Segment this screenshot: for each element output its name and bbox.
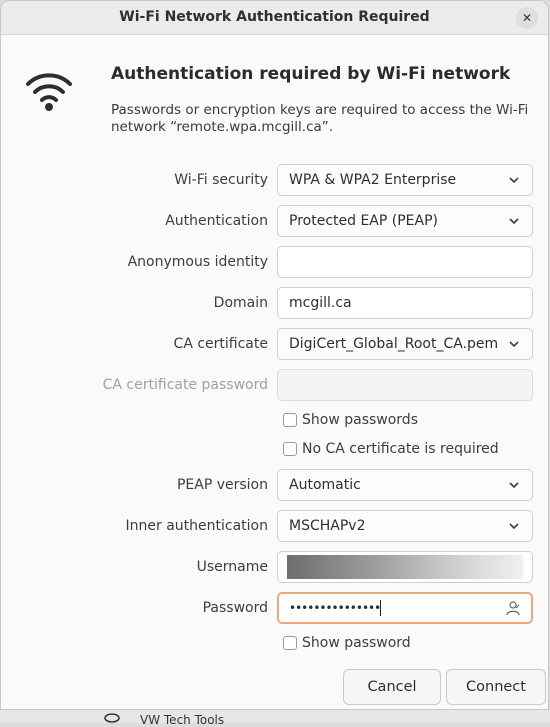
peap-version-label: PEAP version xyxy=(176,477,268,493)
person-icon[interactable] xyxy=(505,600,521,616)
background-app-icon xyxy=(104,713,120,723)
inner-authentication-value: MSCHAPv2 xyxy=(289,518,366,534)
password-value-wrap: ••••••••••••••• xyxy=(289,600,501,616)
ca-certificate-password-input xyxy=(277,369,533,401)
background-window: VW Tech Tools xyxy=(0,710,550,727)
wifi-security-dropdown[interactable]: WPA & WPA2 Enterprise xyxy=(277,164,533,196)
domain-value: mcgill.ca xyxy=(289,295,352,311)
no-ca-required-checkbox-row[interactable]: No CA certificate is required xyxy=(283,441,499,457)
ca-certificate-password-label: CA certificate password xyxy=(102,377,268,393)
password-input[interactable]: ••••••••••••••• xyxy=(277,592,533,624)
username-label: Username xyxy=(196,559,268,575)
no-ca-required-checkbox[interactable] xyxy=(283,442,297,456)
show-passwords-checkbox[interactable] xyxy=(283,413,297,427)
anonymous-identity-input[interactable] xyxy=(277,246,533,278)
password-value: ••••••••••••••• xyxy=(289,601,381,615)
connect-button[interactable]: Connect xyxy=(446,669,546,705)
auth-dialog: Wi-Fi Network Authentication Required ✕ … xyxy=(0,0,549,710)
inner-authentication-dropdown[interactable]: MSCHAPv2 xyxy=(277,510,533,542)
text-caret xyxy=(380,600,382,616)
wifi-icon xyxy=(26,73,72,111)
domain-label: Domain xyxy=(213,295,268,311)
ca-certificate-label: CA certificate xyxy=(173,336,268,352)
ca-certificate-dropdown[interactable]: DigiCert_Global_Root_CA.pem xyxy=(277,328,533,360)
show-passwords-checkbox-row[interactable]: Show passwords xyxy=(283,412,418,428)
wifi-security-value: WPA & WPA2 Enterprise xyxy=(289,172,457,188)
authentication-dropdown[interactable]: Protected EAP (PEAP) xyxy=(277,205,533,237)
anonymous-identity-label: Anonymous identity xyxy=(127,254,268,270)
close-button[interactable]: ✕ xyxy=(516,7,538,29)
domain-input[interactable]: mcgill.ca xyxy=(277,287,533,319)
ca-certificate-value: DigiCert_Global_Root_CA.pem xyxy=(289,336,499,352)
authentication-value: Protected EAP (PEAP) xyxy=(289,213,438,229)
dialog-heading: Authentication required by Wi-Fi network xyxy=(111,64,511,84)
password-label: Password xyxy=(202,600,268,616)
authentication-label: Authentication xyxy=(165,213,268,229)
username-redaction xyxy=(287,555,523,579)
chevron-down-icon xyxy=(509,341,519,348)
peap-version-dropdown[interactable]: Automatic xyxy=(277,469,533,501)
title-bar: Wi-Fi Network Authentication Required ✕ xyxy=(1,1,548,35)
background-text: VW Tech Tools xyxy=(140,713,225,727)
window-title: Wi-Fi Network Authentication Required xyxy=(119,9,430,25)
wifi-security-label: Wi-Fi security xyxy=(174,172,268,188)
chevron-down-icon xyxy=(509,218,519,225)
chevron-down-icon xyxy=(509,177,519,184)
chevron-down-icon xyxy=(509,523,519,530)
peap-version-value: Automatic xyxy=(289,477,361,493)
show-password-checkbox[interactable] xyxy=(283,636,297,650)
cancel-button[interactable]: Cancel xyxy=(343,669,441,705)
show-password-checkbox-row[interactable]: Show password xyxy=(283,635,411,651)
inner-authentication-label: Inner authentication xyxy=(125,518,268,534)
show-passwords-label: Show passwords xyxy=(302,412,418,428)
close-icon: ✕ xyxy=(521,11,533,25)
dialog-description: Passwords or encryption keys are require… xyxy=(111,102,529,135)
no-ca-required-label: No CA certificate is required xyxy=(302,441,499,457)
chevron-down-icon xyxy=(509,482,519,489)
show-password-label: Show password xyxy=(302,635,411,651)
